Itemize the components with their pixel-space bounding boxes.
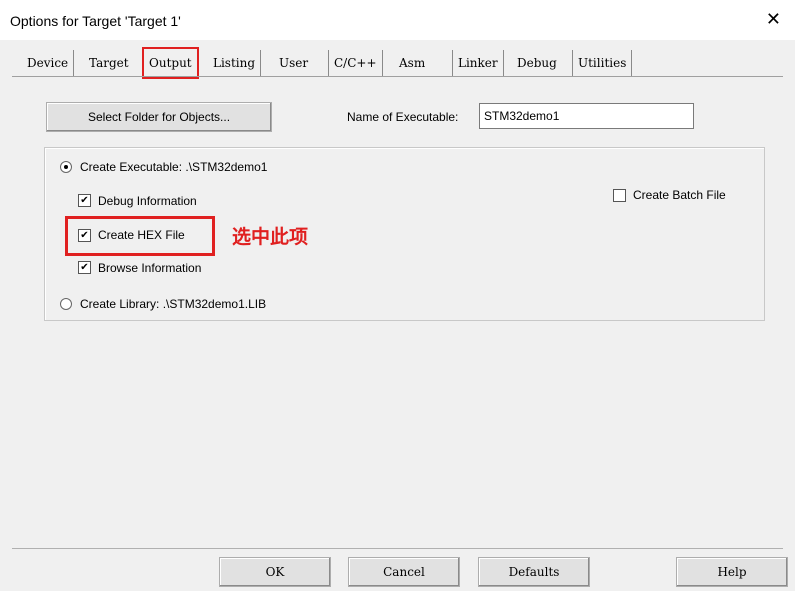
tab-utilities[interactable]: Utilities	[572, 50, 633, 76]
annotation-text: 选中此项	[232, 226, 309, 248]
name-of-executable-input[interactable]	[479, 103, 694, 129]
create-library-radio[interactable]	[60, 298, 72, 310]
create-library-label: Create Library: .\STM32demo1.LIB	[80, 297, 267, 311]
browse-information-label: Browse Information	[98, 261, 202, 275]
debug-information-label: Debug Information	[98, 194, 197, 208]
create-batch-file-checkbox[interactable]	[613, 189, 626, 202]
ok-button[interactable]: OK	[219, 557, 331, 587]
create-executable-label: Create Executable: .\STM32demo1	[80, 160, 268, 174]
create-hex-file-checkbox[interactable]: ✔	[78, 229, 91, 242]
select-folder-button[interactable]: Select Folder for Objects...	[46, 102, 272, 132]
close-icon[interactable]: ✕	[766, 9, 781, 30]
create-batch-file-label: Create Batch File	[633, 188, 726, 202]
title-bar: Options for Target 'Target 1' ✕	[0, 0, 795, 40]
radio-selected-dot	[64, 165, 68, 169]
tab-asm[interactable]: Asm	[394, 50, 430, 76]
debug-information-checkbox[interactable]: ✔	[78, 194, 91, 207]
help-button[interactable]: Help	[676, 557, 788, 587]
tab-listing[interactable]: Listing	[208, 50, 262, 76]
tab-cc[interactable]: C/C++	[328, 50, 383, 76]
tab-user[interactable]: User	[274, 50, 313, 76]
tab-target[interactable]: Target	[84, 50, 134, 76]
defaults-button[interactable]: Defaults	[478, 557, 590, 587]
window-title: Options for Target 'Target 1'	[10, 13, 181, 29]
name-of-executable-label: Name of Executable:	[347, 110, 459, 124]
tab-strip-border	[12, 76, 783, 77]
browse-information-checkbox[interactable]: ✔	[78, 261, 91, 274]
create-executable-radio[interactable]	[60, 161, 72, 173]
tab-debug[interactable]: Debug	[512, 50, 562, 76]
tab-linker[interactable]: Linker	[452, 50, 504, 76]
cancel-button[interactable]: Cancel	[348, 557, 460, 587]
footer-divider	[12, 548, 783, 549]
tab-output[interactable]: Output	[142, 47, 199, 79]
create-hex-file-label: Create HEX File	[98, 228, 185, 242]
tab-device[interactable]: Device	[22, 50, 75, 76]
